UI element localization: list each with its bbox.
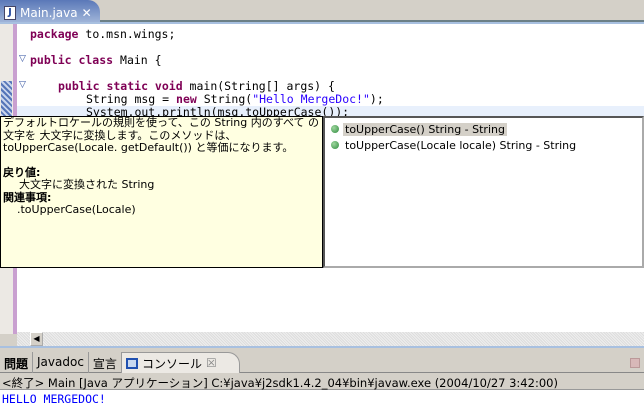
tab-title: Main.java bbox=[20, 5, 78, 20]
scroll-left-button[interactable]: ◀ bbox=[30, 332, 43, 346]
proposal-item[interactable]: toUpperCase(Locale locale) String - Stri… bbox=[329, 137, 638, 153]
code-line-3: public class Main { bbox=[30, 53, 162, 67]
console-icon bbox=[125, 357, 138, 369]
horizontal-scrollbar[interactable] bbox=[17, 332, 644, 346]
returns-text: 大文字に変換された String bbox=[19, 178, 155, 191]
marker-occurrences bbox=[1, 81, 12, 119]
minimize-icon[interactable] bbox=[630, 358, 640, 368]
close-icon[interactable]: ☒ bbox=[206, 356, 217, 370]
content-assist-list[interactable]: toUpperCase() String - String toUpperCas… bbox=[323, 116, 644, 268]
console-header: <終了> Main [Java アプリケーション] C:¥java¥j2sdk1… bbox=[0, 373, 644, 390]
tab-main-java[interactable]: J Main.java ✕ bbox=[0, 0, 100, 22]
code-line-1: package to.msn.wings; bbox=[30, 27, 176, 41]
fold-triangle-icon[interactable]: ▽ bbox=[19, 54, 26, 64]
java-file-icon: J bbox=[4, 5, 16, 20]
public-method-icon bbox=[331, 141, 339, 149]
view-tab-bar: 問題 Javadoc 宣言 コンソール ☒ bbox=[0, 352, 644, 373]
tab-console[interactable]: コンソール ☒ bbox=[121, 352, 240, 373]
tab-javadoc[interactable]: Javadoc bbox=[33, 352, 89, 373]
fold-triangle-icon[interactable]: ▽ bbox=[19, 80, 26, 90]
javadoc-hover: デフォルトロケールの規則を使って、この String 内のすべて の文字を 大文… bbox=[0, 116, 323, 268]
see-also-link[interactable]: .toUpperCase(Locale) bbox=[3, 203, 320, 217]
tab-problems[interactable]: 問題 bbox=[0, 352, 34, 373]
editor-tab-bar: J Main.java ✕ bbox=[0, 0, 644, 22]
proposal-item[interactable]: toUpperCase() String - String bbox=[329, 121, 638, 137]
public-method-icon bbox=[331, 125, 339, 133]
tab-declaration[interactable]: 宣言 bbox=[89, 352, 122, 373]
sash[interactable] bbox=[0, 346, 644, 351]
javadoc-description: デフォルトロケールの規則を使って、この String 内のすべて の文字を 大文… bbox=[3, 116, 320, 154]
console-output[interactable]: HELLO MERGEDOC! bbox=[0, 390, 644, 418]
close-icon[interactable]: ✕ bbox=[82, 6, 92, 20]
